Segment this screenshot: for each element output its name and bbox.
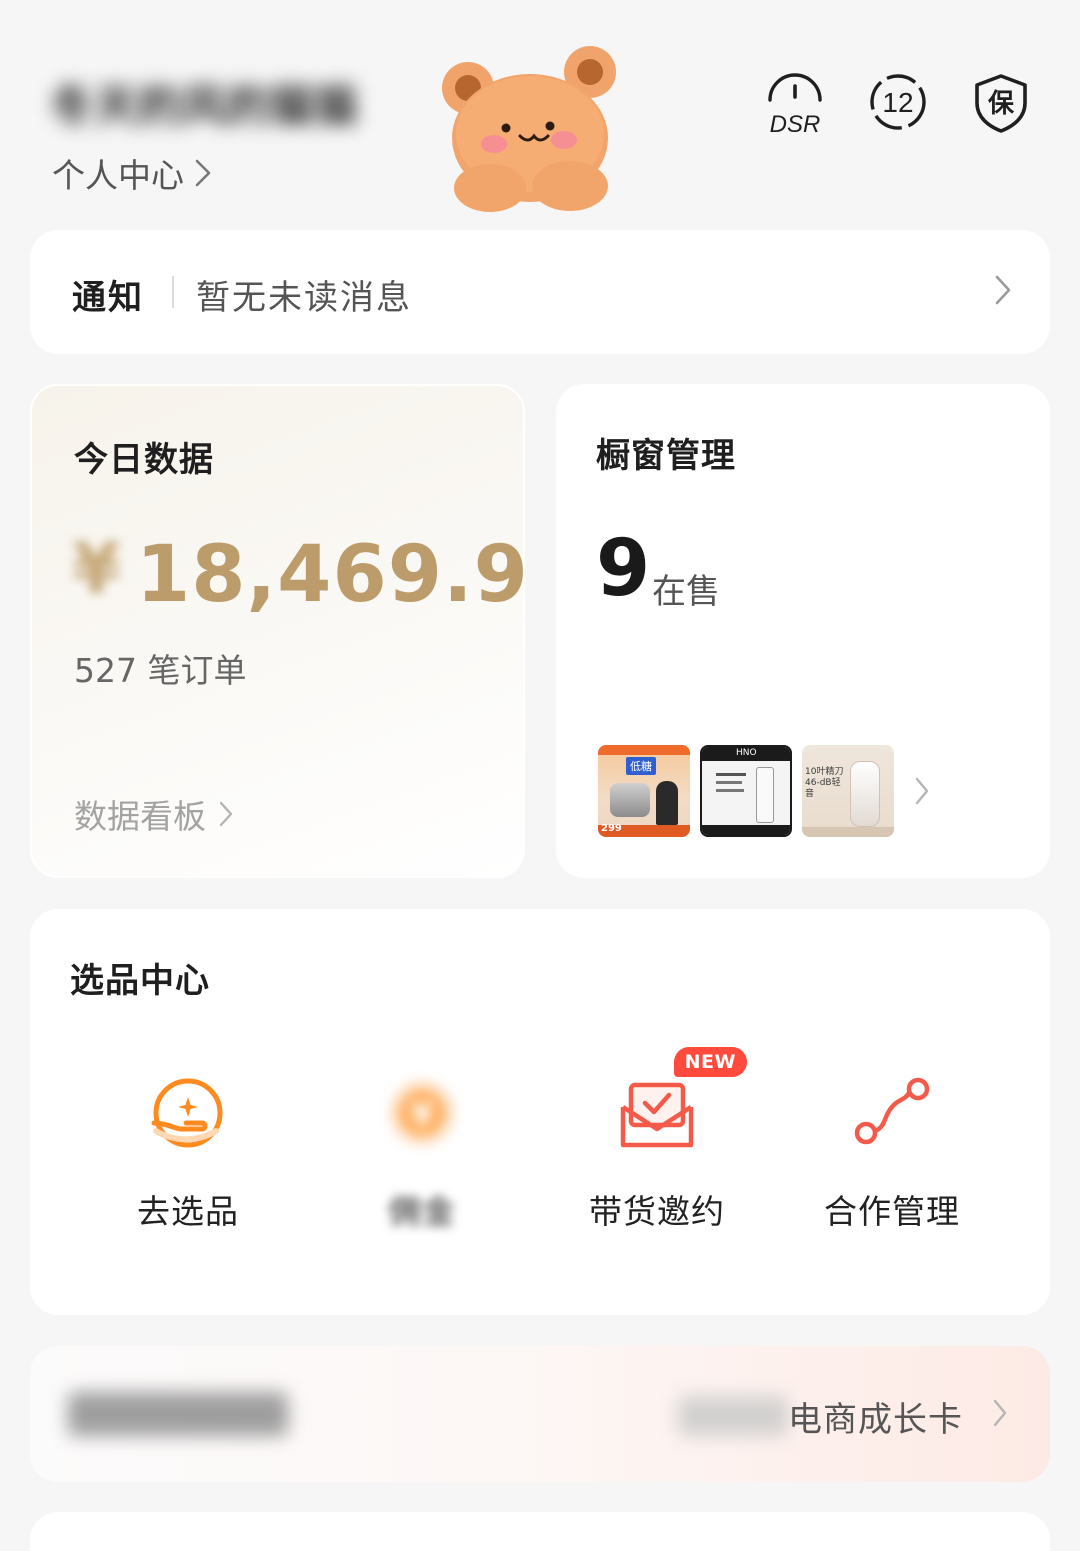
chevron-right-icon[interactable] (914, 776, 930, 806)
on-sale-count: 9 (596, 524, 651, 614)
invitation-label: 带货邀约 (589, 1192, 725, 1231)
commission-entry[interactable]: 佣金 (304, 1067, 540, 1231)
notice-card[interactable]: 通知 暂无未读消息 (30, 230, 1050, 354)
bottom-card (30, 1512, 1050, 1551)
product-thumbnail[interactable]: 10叶精刀 46-dB轻音 (802, 745, 894, 837)
showcase-card[interactable]: 橱窗管理 9 在售 低糖 299 HNO 10叶精刀 46-dB轻音 (556, 384, 1050, 878)
level-label: 12 (882, 87, 913, 118)
product-thumbnails[interactable]: 低糖 299 HNO 10叶精刀 46-dB轻音 (598, 745, 894, 837)
notice-title: 通知 (72, 278, 144, 318)
guarantee-icon[interactable]: 保 (970, 72, 1034, 136)
go-select-entry[interactable]: 去选品 (70, 1067, 306, 1231)
invitation-entry[interactable]: NEW 带货邀约 (539, 1047, 775, 1231)
level-icon[interactable]: 12 (866, 70, 930, 134)
selection-center-card: 选品中心 去选品 佣金 NEW 带货邀约 合作管理 (30, 909, 1050, 1315)
dsr-speedometer-icon: DSR (768, 73, 822, 138)
on-sale-label: 在售 (652, 572, 720, 612)
commission-label: 佣金 (388, 1192, 456, 1231)
product-brand: HNO (736, 748, 757, 758)
product-caption: 10叶精刀 46-dB轻音 (805, 767, 844, 799)
chevron-right-icon (995, 275, 1011, 305)
growth-right-text-blurred (678, 1396, 788, 1436)
user-name: 冬天的风的猫猫 (50, 81, 358, 126)
product-badge: 低糖 (626, 757, 656, 775)
dsr-label: DSR (770, 111, 821, 138)
product-price: 299 (601, 823, 622, 834)
new-badge: NEW (673, 1047, 747, 1077)
invitation-envelope-icon (620, 1082, 694, 1148)
teddy-bear-sticker (442, 46, 616, 212)
cooperation-entry[interactable]: 合作管理 (774, 1067, 1010, 1231)
today-data-card[interactable]: 今日数据 ¥ 18,469.9 527 笔订单 数据看板 (30, 384, 528, 878)
cooperation-label: 合作管理 (824, 1192, 960, 1231)
go-select-label: 去选品 (137, 1192, 239, 1231)
cooperation-path-icon (854, 1077, 930, 1145)
dsr-icon[interactable]: DSR (762, 70, 828, 138)
selection-center-title: 选品中心 (70, 961, 210, 1001)
yuan-coin-icon (388, 1079, 456, 1147)
chevron-right-icon (993, 1399, 1007, 1427)
hand-star-icon (151, 1078, 223, 1148)
today-data-title: 今日数据 (74, 440, 214, 480)
growth-left-text-blurred (68, 1392, 288, 1436)
showcase-title: 橱窗管理 (596, 436, 736, 476)
chevron-right-icon (219, 801, 233, 827)
currency-symbol: ¥ (72, 528, 121, 610)
product-thumbnail[interactable]: 低糖 299 (598, 745, 690, 837)
chevron-right-icon (195, 159, 211, 187)
notice-text: 暂无未读消息 (196, 278, 412, 318)
order-count: 527 笔订单 (74, 651, 247, 690)
personal-center-label: 个人中心 (52, 156, 184, 195)
level-12-badge-icon: 12 (870, 74, 926, 130)
data-dashboard-label: 数据看板 (74, 797, 206, 836)
growth-card[interactable]: 电商成长卡 (30, 1346, 1050, 1482)
notice-divider (172, 276, 174, 308)
guarantee-shield-icon: 保 (975, 74, 1027, 133)
product-thumbnail[interactable]: HNO (700, 745, 792, 837)
growth-card-label: 电商成长卡 (788, 1400, 963, 1440)
personal-center-link[interactable]: 个人中心 (52, 150, 212, 196)
guarantee-label: 保 (987, 89, 1015, 119)
sales-amount: 18,469.9 (136, 530, 529, 620)
data-dashboard-link[interactable]: 数据看板 (74, 790, 234, 838)
